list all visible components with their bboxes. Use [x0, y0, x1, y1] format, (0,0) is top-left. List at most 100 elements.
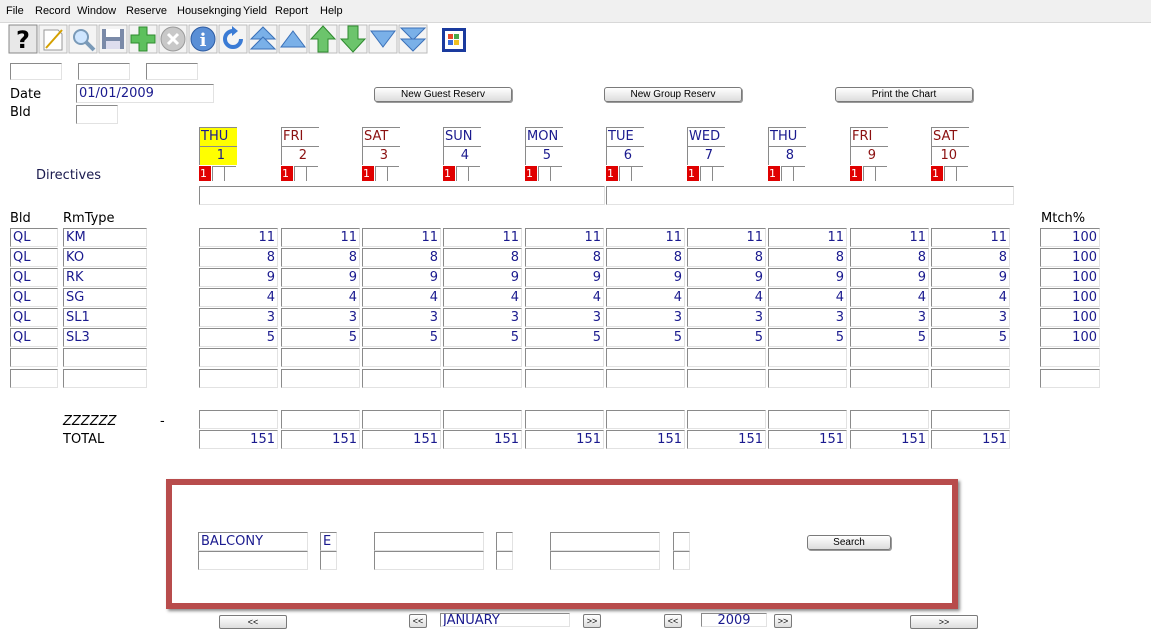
row-value-cell[interactable]: 11	[931, 228, 1010, 247]
row-value-cell[interactable]: 5	[606, 328, 685, 347]
row-value-cell[interactable]	[606, 369, 685, 388]
year-field[interactable]: 2009	[701, 613, 767, 627]
next-record-icon[interactable]	[368, 24, 398, 54]
refresh-icon[interactable]	[218, 24, 248, 54]
row-value-cell[interactable]	[931, 348, 1010, 367]
menu-housekeeping[interactable]: Houseknging	[177, 5, 241, 17]
row-value-cell[interactable]	[281, 348, 360, 367]
zzz-value-cell[interactable]	[768, 410, 847, 429]
directives-field-1[interactable]	[199, 186, 605, 205]
row-bld-cell[interactable]: QL	[10, 268, 58, 287]
status-field-3[interactable]	[146, 63, 198, 80]
directive-box-10-1[interactable]	[944, 166, 956, 181]
new-guest-reserv-button[interactable]: New Guest Reserv	[374, 87, 512, 102]
directive-box-5-2[interactable]	[550, 166, 562, 181]
row-value-cell[interactable]: 11	[525, 228, 604, 247]
zzz-value-cell[interactable]	[606, 410, 685, 429]
row-value-cell[interactable]: 5	[850, 328, 929, 347]
row-value-cell[interactable]: 9	[443, 268, 522, 287]
row-bld-cell[interactable]	[10, 348, 58, 367]
row-rmtype-cell[interactable]	[63, 348, 147, 367]
row-rmtype-cell[interactable]: SL3	[63, 328, 147, 347]
row-value-cell[interactable]: 8	[768, 248, 847, 267]
status-field-1[interactable]	[10, 63, 62, 80]
row-rmtype-cell[interactable]	[63, 369, 147, 388]
row-value-cell[interactable]: 3	[525, 308, 604, 327]
row-bld-cell[interactable]: QL	[10, 248, 58, 267]
row-value-cell[interactable]: 8	[443, 248, 522, 267]
directive-badge-8[interactable]: 1	[768, 166, 780, 181]
row-value-cell[interactable]: 8	[362, 248, 441, 267]
row-value-cell[interactable]	[850, 348, 929, 367]
search-field-2[interactable]	[374, 532, 484, 551]
menu-help[interactable]: Help	[320, 5, 343, 17]
menu-reserve[interactable]: Reserve	[126, 5, 167, 17]
row-value-cell[interactable]: 5	[362, 328, 441, 347]
add-icon[interactable]	[128, 24, 158, 54]
row-value-cell[interactable]: 11	[768, 228, 847, 247]
row-value-cell[interactable]: 5	[525, 328, 604, 347]
row-rmtype-cell[interactable]: KM	[63, 228, 147, 247]
row-bld-cell[interactable]	[10, 369, 58, 388]
directive-badge-7[interactable]: 1	[687, 166, 699, 181]
search-code-2b[interactable]	[496, 551, 513, 570]
new-group-reserv-button[interactable]: New Group Reserv	[604, 87, 742, 102]
new-icon[interactable]	[38, 24, 68, 54]
row-value-cell[interactable]: 4	[606, 288, 685, 307]
row-value-cell[interactable]: 11	[850, 228, 929, 247]
row-value-cell[interactable]: 9	[362, 268, 441, 287]
delete-icon[interactable]	[158, 24, 188, 54]
row-value-cell[interactable]: 4	[525, 288, 604, 307]
row-value-cell[interactable]: 9	[199, 268, 278, 287]
row-value-cell[interactable]: 4	[768, 288, 847, 307]
directive-box-9-1[interactable]	[863, 166, 875, 181]
row-value-cell[interactable]: 5	[931, 328, 1010, 347]
row-value-cell[interactable]: 4	[850, 288, 929, 307]
search-field-2b[interactable]	[374, 551, 484, 570]
row-match-cell[interactable]: 100	[1040, 328, 1100, 347]
row-value-cell[interactable]	[931, 369, 1010, 388]
directive-badge-2[interactable]: 1	[281, 166, 293, 181]
search-code-3b[interactable]	[673, 551, 690, 570]
directive-box-7-2[interactable]	[712, 166, 724, 181]
row-value-cell[interactable]: 11	[443, 228, 522, 247]
row-value-cell[interactable]	[281, 369, 360, 388]
row-value-cell[interactable]: 4	[362, 288, 441, 307]
menu-report[interactable]: Report	[275, 5, 308, 17]
row-rmtype-cell[interactable]: SG	[63, 288, 147, 307]
print-chart-button[interactable]: Print the Chart	[835, 87, 973, 102]
row-value-cell[interactable]: 3	[362, 308, 441, 327]
search-icon[interactable]	[68, 24, 98, 54]
row-value-cell[interactable]: 8	[931, 248, 1010, 267]
directive-box-8-2[interactable]	[793, 166, 805, 181]
row-value-cell[interactable]: 5	[199, 328, 278, 347]
search-code-1b[interactable]	[320, 551, 337, 570]
row-value-cell[interactable]	[443, 348, 522, 367]
row-value-cell[interactable]: 9	[281, 268, 360, 287]
row-value-cell[interactable]: 9	[931, 268, 1010, 287]
info-icon[interactable]: i	[188, 24, 218, 54]
row-value-cell[interactable]: 3	[281, 308, 360, 327]
directive-box-9-2[interactable]	[875, 166, 887, 181]
directive-box-5-1[interactable]	[538, 166, 550, 181]
search-code-3[interactable]	[673, 532, 690, 551]
menu-record[interactable]: Record	[35, 5, 70, 17]
row-value-cell[interactable]	[525, 369, 604, 388]
directive-badge-6[interactable]: 1	[606, 166, 618, 181]
save-icon[interactable]	[98, 24, 128, 54]
row-value-cell[interactable]: 4	[281, 288, 360, 307]
zzz-value-cell[interactable]	[850, 410, 929, 429]
directive-badge-10[interactable]: 1	[931, 166, 943, 181]
zzz-value-cell[interactable]	[525, 410, 604, 429]
row-value-cell[interactable]: 5	[768, 328, 847, 347]
directive-box-6-2[interactable]	[631, 166, 643, 181]
row-value-cell[interactable]: 11	[687, 228, 766, 247]
row-match-cell[interactable]: 100	[1040, 268, 1100, 287]
directive-box-6-1[interactable]	[619, 166, 631, 181]
up-green-icon[interactable]	[308, 24, 338, 54]
zzz-value-cell[interactable]	[281, 410, 360, 429]
row-value-cell[interactable]: 5	[687, 328, 766, 347]
windows-icon[interactable]	[442, 28, 466, 52]
row-value-cell[interactable]: 3	[606, 308, 685, 327]
zzz-value-cell[interactable]	[931, 410, 1010, 429]
